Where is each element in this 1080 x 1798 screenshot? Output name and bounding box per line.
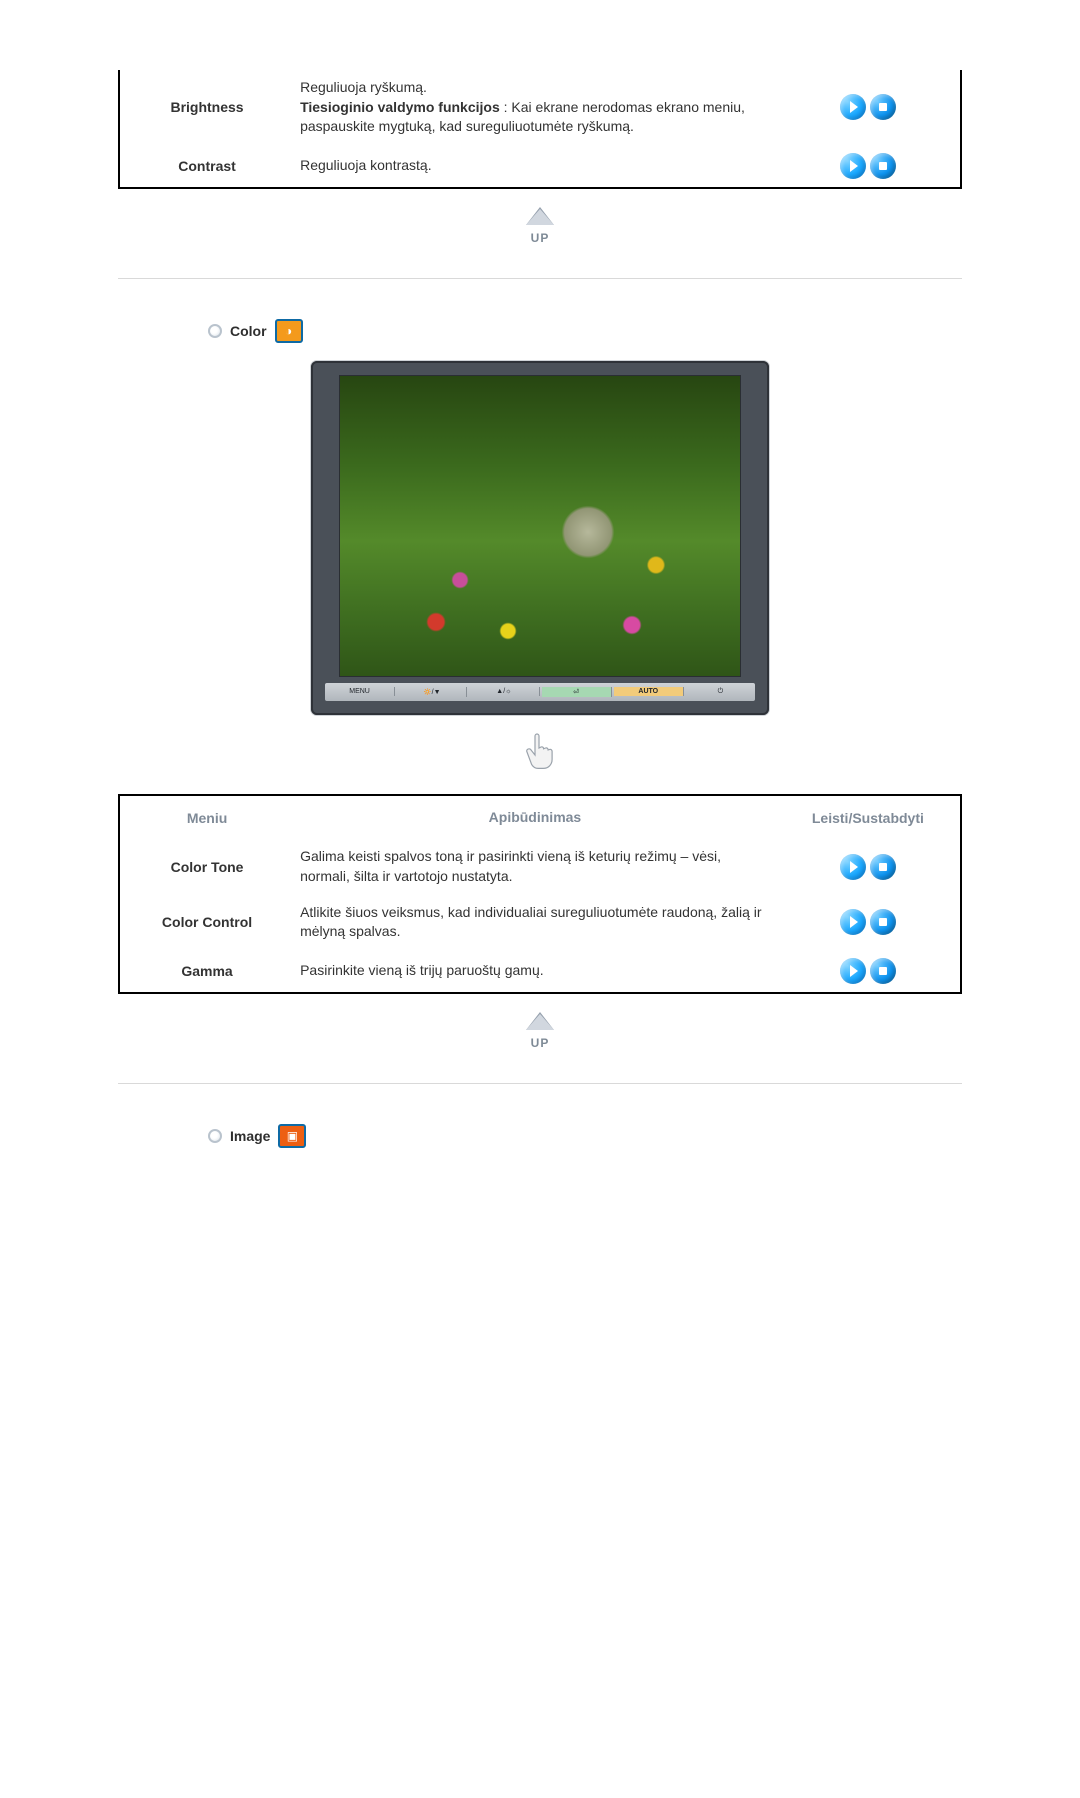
divider [118,278,962,279]
hand-icon [519,729,561,776]
menu-contrast: Contrast [119,145,294,188]
ctrl-color-tone [776,839,961,894]
ctrl-contrast [776,145,961,188]
monitor-screen [339,375,741,677]
bullet-icon [208,324,222,338]
bullet-icon [208,1129,222,1143]
play-icon[interactable] [840,153,866,179]
up-button[interactable]: UP [518,207,562,247]
monitor-bezel: MENU 🔅/▼ ▲/☼ ⏎ AUTO ⏻ [311,361,769,715]
panel-menu: MENU [325,687,395,696]
color-badge-icon: ◑ [275,319,303,343]
stop-icon[interactable] [870,94,896,120]
panel-up: ▲/☼ [469,687,539,696]
table-row: Brightness Reguliuoja ryškumą. Tiesiogin… [119,70,961,145]
up-label: UP [518,1036,562,1050]
table-row: Color Tone Galima keisti spalvos toną ir… [119,839,961,894]
table-row: Color Control Atlikite šiuos veiksmus, k… [119,895,961,950]
menu-gamma: Gamma [119,950,294,993]
menu-brightness: Brightness [119,70,294,145]
divider [118,1083,962,1084]
stop-icon[interactable] [870,958,896,984]
ctrl-brightness [776,70,961,145]
up-arrow-icon [526,207,554,225]
desc-brightness: Reguliuoja ryškumą. Tiesioginio valdymo … [294,70,776,145]
th-menu: Meniu [119,795,294,840]
play-icon[interactable] [840,909,866,935]
panel-auto: AUTO [614,687,684,696]
text: Reguliuoja ryškumą. [300,79,427,95]
ctrl-gamma [776,950,961,993]
section-head-color: Color ◑ [208,319,962,343]
text-bold: Tiesioginio valdymo funkcijos [300,99,500,115]
monitor-panel: MENU 🔅/▼ ▲/☼ ⏎ AUTO ⏻ [325,683,755,701]
table-row: Contrast Reguliuoja kontrastą. [119,145,961,188]
desc-color-control: Atlikite šiuos veiksmus, kad individuali… [294,895,776,950]
up-arrow-icon [526,1012,554,1030]
text: : [500,99,512,115]
th-desc: Apibūdinimas [294,795,776,840]
menu-color-control: Color Control [119,895,294,950]
play-icon[interactable] [840,854,866,880]
stop-icon[interactable] [870,909,896,935]
panel-enter: ⏎ [542,687,612,697]
section-title-image: Image [230,1128,270,1144]
stop-icon[interactable] [870,153,896,179]
up-button[interactable]: UP [518,1012,562,1052]
play-icon[interactable] [840,958,866,984]
hand-pointer [118,729,962,776]
ctrl-color-control [776,895,961,950]
table-header-row: Meniu Apibūdinimas Leisti/Sustabdyti [119,795,961,840]
stop-icon[interactable] [870,854,896,880]
color-table: Meniu Apibūdinimas Leisti/Sustabdyti Col… [118,794,962,994]
menu-color-tone: Color Tone [119,839,294,894]
panel-down: 🔅/▼ [397,687,467,697]
play-icon[interactable] [840,94,866,120]
picture-table: Brightness Reguliuoja ryškumą. Tiesiogin… [118,70,962,189]
image-badge-icon: ▣ [278,1124,306,1148]
panel-power: ⏻ [686,687,755,697]
up-label: UP [518,231,562,245]
monitor-figure: MENU 🔅/▼ ▲/☼ ⏎ AUTO ⏻ [118,361,962,715]
desc-gamma: Pasirinkite vieną iš trijų paruoštų gamų… [294,950,776,993]
section-title-color: Color [230,323,267,339]
desc-contrast: Reguliuoja kontrastą. [294,145,776,188]
table-row: Gamma Pasirinkite vieną iš trijų paruošt… [119,950,961,993]
section-head-image: Image ▣ [208,1124,962,1148]
desc-color-tone: Galima keisti spalvos toną ir pasirinkti… [294,839,776,894]
th-ctrl: Leisti/Sustabdyti [776,795,961,840]
